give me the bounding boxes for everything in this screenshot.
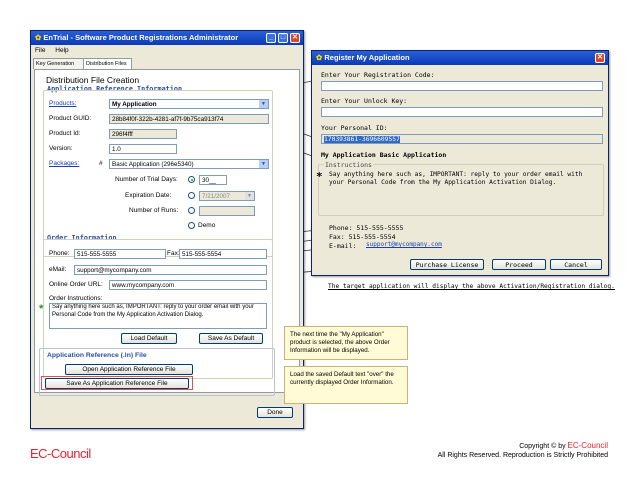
- demo-radio[interactable]: [188, 222, 195, 229]
- personal-id-label: Your Personal ID:: [321, 124, 388, 132]
- trial-days-radio[interactable]: [188, 176, 195, 183]
- runs-radio[interactable]: [188, 207, 195, 214]
- packages-dropdown-value: Basic Application (296e5340): [112, 161, 194, 168]
- instructions-label: Instructions: [324, 161, 373, 169]
- expiration-value: 7/21/2007: [202, 193, 231, 200]
- minimize-icon[interactable]: _: [266, 33, 276, 43]
- register-dialog-title: Register My Application: [324, 53, 410, 62]
- dialog-fax: Fax: 515-555-5554: [329, 233, 396, 241]
- product-id-label: Product Id:: [49, 130, 81, 137]
- main-window: ✿ EnTrial - Software Product Registratio…: [30, 30, 304, 429]
- order-url-field[interactable]: www.mycompany.com: [109, 280, 267, 290]
- fax-label: Fax:: [167, 250, 180, 257]
- proceed-button[interactable]: Proceed: [492, 259, 546, 270]
- ec-council-logo: EC-Council: [30, 446, 91, 461]
- product-id-field[interactable]: 296f4fff: [109, 129, 177, 139]
- rights-line: All Rights Reserved. Reproduction is Str…: [437, 452, 608, 459]
- cancel-button[interactable]: Cancel: [550, 259, 602, 270]
- personal-id-field[interactable]: 170393861-3696609557: [321, 134, 603, 144]
- main-window-titlebar[interactable]: ✿ EnTrial - Software Product Registratio…: [31, 31, 303, 45]
- reg-code-label: Enter Your Registration Code:: [321, 71, 435, 79]
- order-url-label: Online Order URL:: [49, 281, 103, 288]
- close-icon[interactable]: ✕: [290, 33, 300, 43]
- copyright-brand: EC-Council: [567, 441, 608, 450]
- tab-distribution-files[interactable]: Distribution Files: [83, 58, 132, 69]
- dialog-phone: Phone: 515-555-5555: [329, 224, 404, 232]
- page-title: Distribution File Creation: [46, 75, 140, 85]
- ref-file-section-title: Application Reference (.ln) File: [47, 352, 147, 359]
- purchase-license-button[interactable]: Purchase License: [410, 259, 484, 270]
- reg-code-field[interactable]: [321, 81, 603, 91]
- order-instructions-field[interactable]: Say anything here such as, IMPORTANT: re…: [49, 303, 267, 329]
- trial-days-label: Number of Trial Days:: [115, 176, 178, 183]
- dialog-email-label: E-mail:: [329, 242, 357, 250]
- packages-hash: #: [99, 160, 103, 167]
- dialog-email-link[interactable]: support@mycompany.com: [366, 241, 442, 248]
- menu-help[interactable]: Help: [51, 47, 72, 54]
- runs-field[interactable]: [199, 206, 255, 216]
- menu-bar: File Help: [31, 45, 303, 56]
- email-field[interactable]: support@mycompany.com: [74, 265, 267, 275]
- close-icon[interactable]: ✕: [595, 53, 605, 63]
- expiration-label: Expiration Date:: [125, 192, 172, 199]
- chevron-down-icon: ▼: [245, 192, 254, 200]
- unlock-key-field[interactable]: [321, 107, 603, 117]
- product-guid-label: Product GUID:: [49, 115, 92, 122]
- product-guid-field[interactable]: 28b84f0f-322b-4281-af7f-9b75ca913f74: [109, 114, 269, 124]
- unlock-key-label: Enter Your Unlock Key:: [321, 97, 408, 105]
- packages-label[interactable]: Packages:: [49, 160, 79, 167]
- instructions-text: Say anything here such as, IMPORTANT: re…: [329, 171, 583, 186]
- email-label: eMail:: [49, 266, 67, 273]
- chevron-down-icon: ▼: [259, 100, 268, 108]
- dialog-caption: The target application will display the …: [328, 283, 615, 290]
- demo-label: Demo: [198, 222, 216, 229]
- register-dialog: ✿ Register My Application ✕ Enter Your R…: [311, 50, 609, 276]
- expiration-radio[interactable]: [188, 192, 195, 199]
- fax-field[interactable]: 515-555-5554: [179, 249, 267, 259]
- done-button[interactable]: Done: [257, 407, 293, 418]
- chevron-down-icon: ▼: [259, 160, 268, 168]
- open-ref-file-button[interactable]: Open Application Reference File: [65, 364, 193, 375]
- phone-label: Phone:: [49, 250, 70, 257]
- products-label[interactable]: Products:: [49, 100, 76, 107]
- maximize-icon[interactable]: □: [278, 33, 288, 43]
- version-field[interactable]: 1.0: [109, 144, 177, 154]
- tab-key-generation[interactable]: Key Generation: [33, 58, 85, 69]
- personal-id-value: 170393861-3696609557: [324, 136, 400, 143]
- register-dialog-titlebar[interactable]: ✿ Register My Application ✕: [312, 51, 608, 65]
- order-instructions-label: Order Instructions:: [49, 295, 103, 302]
- app-icon: ✿: [35, 33, 42, 42]
- save-as-default-button[interactable]: Save As Default: [199, 333, 263, 344]
- main-window-title: EnTrial - Software Product Registrations…: [43, 33, 239, 42]
- note-load-default: Load the saved Default text "over" the c…: [284, 366, 408, 404]
- note-order-info: The next time the "My Application" produ…: [284, 326, 408, 360]
- save-as-ref-file-button[interactable]: Save As Application Reference File: [45, 378, 189, 389]
- app-name-label: My Application Basic Application: [321, 151, 447, 159]
- products-dropdown[interactable]: My Application ▼: [109, 99, 269, 109]
- packages-dropdown[interactable]: Basic Application (296e5340) ▼: [109, 159, 269, 169]
- load-default-button[interactable]: Load Default: [121, 333, 177, 344]
- version-label: Version:: [49, 145, 73, 152]
- distribution-panel: Distribution File Creation Application R…: [34, 69, 300, 396]
- copyright-prefix: Copyright © by: [519, 443, 568, 450]
- phone-field[interactable]: 515-555-5555: [74, 249, 166, 259]
- expiration-field[interactable]: 7/21/2007 ▼: [199, 191, 255, 201]
- required-star-icon: *: [39, 303, 44, 315]
- trial-days-field[interactable]: 30__: [199, 175, 227, 185]
- app-icon: ✿: [316, 53, 323, 62]
- required-star-icon: *: [316, 170, 323, 183]
- runs-label: Number of Runs:: [129, 207, 179, 214]
- copyright-line: Copyright © by EC-Council: [519, 441, 608, 450]
- products-dropdown-value: My Application: [112, 101, 157, 108]
- menu-file[interactable]: File: [31, 47, 49, 54]
